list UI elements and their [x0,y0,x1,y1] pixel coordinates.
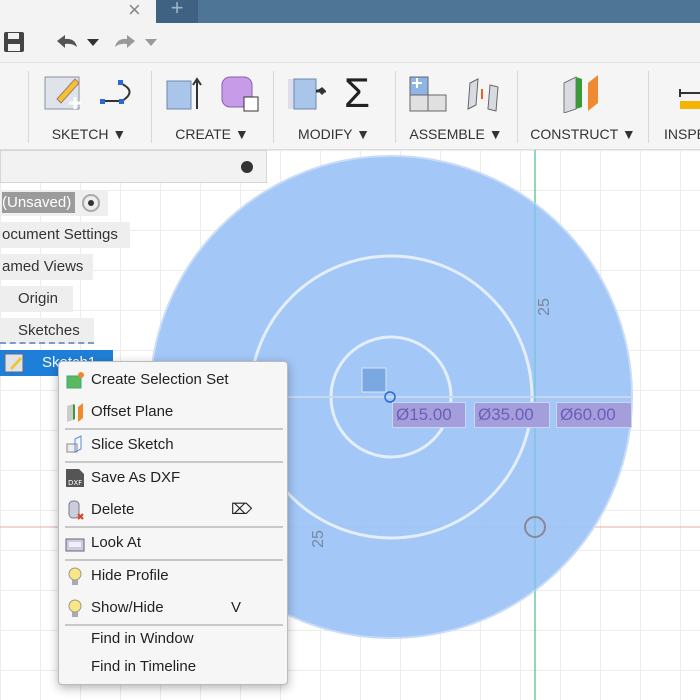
menu-item-find-in-window[interactable]: Find in Window [59,625,287,653]
delete-shortcut: ⌦ [231,501,253,518]
undo-icon[interactable] [55,33,103,51]
sketch-group[interactable]: SKETCH ▼ [28,63,150,150]
menu-divider [65,428,283,430]
modify-menu[interactable]: MODIFY ▼ [274,126,394,142]
browser-root[interactable]: (Unsaved) [0,190,108,216]
lightbulb-icon [68,599,82,617]
menu-divider [65,559,283,561]
browser-item-sketches[interactable]: Sketches [0,318,94,344]
document-name: (Unsaved) [2,192,76,213]
menu-item-save-as-dxf[interactable]: DXF Save As DXF [59,464,287,492]
menu-item-find-in-timeline[interactable]: Find in Timeline [59,653,287,681]
lightbulb-icon [68,567,82,585]
context-menu: Create Selection Set Offset Plane Slice … [58,361,288,685]
dxf-file-icon: DXF [66,469,84,487]
create-menu[interactable]: CREATE ▼ [152,126,272,142]
sketch-menu[interactable]: SKETCH ▼ [28,126,150,142]
menu-item-hide-profile[interactable]: Hide Profile [59,562,287,590]
svg-text:DXF: DXF [68,479,82,487]
redo-icon[interactable] [113,33,161,51]
center-point-marker [361,367,387,393]
radius-label: 25 [309,530,327,548]
save-icon[interactable] [3,31,25,53]
create-sketch-icon [44,76,81,110]
menu-item-create-selection-set[interactable]: Create Selection Set [59,366,287,394]
construct-menu[interactable]: CONSTRUCT ▼ [518,126,648,142]
assemble-menu[interactable]: ASSEMBLE ▼ [396,126,516,142]
construct-group[interactable]: CONSTRUCT ▼ [518,63,648,150]
delete-icon [68,500,84,520]
sketch-icon [4,353,24,373]
dimension-label[interactable]: Ø60.00 [556,402,632,428]
tab-bar: × + [0,0,700,23]
menu-item-look-at[interactable]: Look At [59,529,287,557]
browser-item-origin[interactable]: Origin [0,286,73,312]
document-tab[interactable]: × [0,0,156,23]
new-component-icon [409,76,447,112]
browser-header [0,150,267,183]
modify-group[interactable]: Σ MODIFY ▼ [274,63,394,150]
menu-item-show-hide[interactable]: Show/Hide V [59,594,287,622]
inspect-group[interactable]: INSPE [650,63,700,150]
new-tab-button[interactable]: + [156,0,198,23]
show-hide-shortcut: V [231,599,242,616]
selection-set-icon [66,372,84,389]
dimension-label[interactable]: Ø35.00 [474,402,550,428]
joint-icon [467,78,499,112]
assemble-group[interactable]: ASSEMBLE ▼ [396,63,516,150]
measure-icon [679,89,700,109]
extrude-icon [166,77,202,110]
inspect-menu[interactable]: INSPE [664,126,700,142]
quick-access-toolbar [0,23,700,63]
spline-icon [100,80,131,104]
offset-plane-icon [67,403,83,422]
menu-item-offset-plane[interactable]: Offset Plane [59,398,287,426]
close-tab-icon[interactable]: × [128,0,141,23]
browser-item-document-settings[interactable]: ocument Settings [0,222,130,248]
menu-divider [65,526,283,528]
offset-plane-icon [563,75,598,113]
radio-icon[interactable] [82,194,100,212]
create-group[interactable]: CREATE ▼ [152,63,272,150]
look-at-icon [65,538,85,552]
form-icon [221,76,259,112]
slice-sketch-icon [66,435,82,453]
menu-item-slice-sketch[interactable]: Slice Sketch [59,431,287,459]
radius-label: 25 [535,298,553,316]
divider [648,71,649,143]
browser-item-named-views[interactable]: amed Views [0,254,93,280]
press-pull-icon [288,78,326,110]
ribbon-toolbar: SKETCH ▼ CREATE ▼ Σ MODIFY ▼ ASSEMBLE ▼ … [0,63,700,150]
menu-item-delete[interactable]: Delete ⌦ [59,496,287,524]
dimension-label[interactable]: Ø15.00 [392,402,466,428]
sigma-icon: Σ [344,69,370,116]
collapse-icon[interactable] [241,161,253,173]
menu-divider [65,461,283,463]
